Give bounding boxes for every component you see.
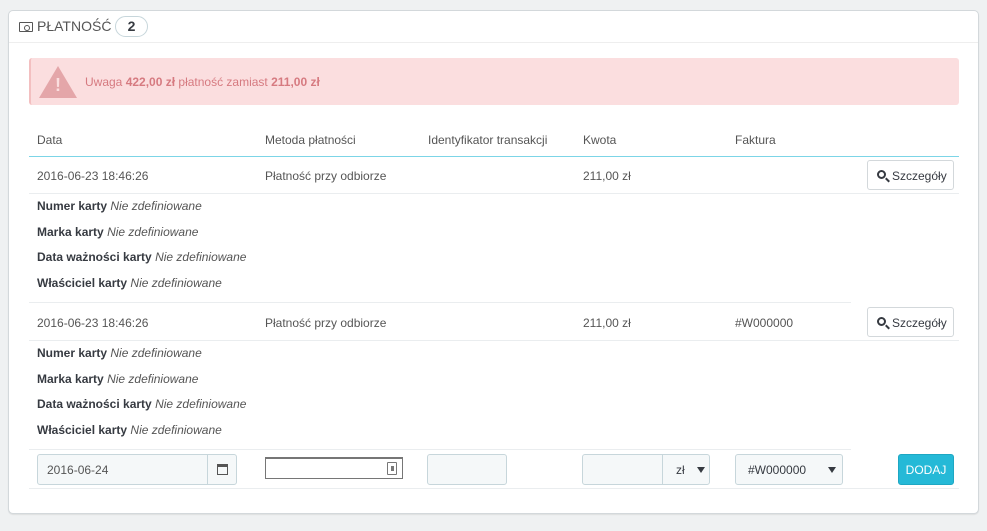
payment-method-input[interactable] — [265, 457, 403, 479]
card-brand-label: Marka karty — [37, 372, 104, 386]
column-header-date: Data — [37, 133, 63, 147]
card-holder-value: Nie zdefiniowane — [130, 276, 222, 290]
row-divider — [29, 302, 851, 303]
column-header-invoice: Faktura — [735, 133, 776, 147]
card-holder-label: Właściciel karty — [37, 276, 128, 290]
details-label: Szczegóły — [892, 169, 947, 183]
column-header-amount: Kwota — [583, 133, 617, 147]
row2-method: Płatność przy odbiorze — [265, 316, 387, 330]
row-divider — [29, 193, 959, 194]
card-holder-label: Właściciel karty — [37, 423, 128, 437]
panel-title: PŁATNOŚĆ — [37, 18, 112, 34]
row1-card-expiry: Data ważności karty Nie zdefiniowane — [37, 250, 246, 264]
card-expiry-value: Nie zdefiniowane — [155, 397, 247, 411]
alert-message: Uwaga 422,00 zł płatność zamiast 211,00 … — [85, 75, 320, 89]
row-divider — [29, 449, 851, 450]
alert-amount-expected: 211,00 zł — [271, 75, 320, 89]
panel-heading: PŁATNOŚĆ 2 — [9, 11, 978, 43]
row1-amount: 211,00 zł — [583, 169, 631, 183]
card-brand-value: Nie zdefiniowane — [107, 225, 199, 239]
calendar-icon — [217, 464, 228, 475]
row2-amount: 211,00 zł — [583, 316, 631, 330]
row2-card-expiry: Data ważności karty Nie zdefiniowane — [37, 397, 246, 411]
column-header-transaction: Identyfikator transakcji — [428, 133, 548, 147]
alert-amount-paid: 422,00 zł — [125, 75, 176, 89]
payment-warning-alert: ! Uwaga 422,00 zł płatność zamiast 211,0… — [29, 58, 959, 105]
chevron-down-icon — [828, 467, 836, 473]
amount-input[interactable] — [582, 454, 663, 485]
row1-card-holder: Właściciel karty Nie zdefiniowane — [37, 276, 222, 290]
search-icon — [877, 317, 886, 326]
invoice-select[interactable]: #W000000 — [735, 454, 843, 485]
row2-card-number: Numer karty Nie zdefiniowane — [37, 346, 202, 360]
header-divider — [29, 156, 959, 157]
row2-details-button[interactable]: Szczegóły — [867, 307, 954, 337]
card-expiry-label: Data ważności karty — [37, 397, 152, 411]
add-payment-button[interactable]: DODAJ — [898, 454, 954, 485]
money-icon — [19, 22, 33, 32]
row1-date: 2016-06-23 18:46:26 — [37, 169, 149, 183]
payment-panel: PŁATNOŚĆ 2 ! Uwaga 422,00 zł płatność za… — [8, 10, 979, 514]
card-number-value: Nie zdefiniowane — [110, 199, 202, 213]
row2-card-brand: Marka karty Nie zdefiniowane — [37, 372, 198, 386]
row2-invoice: #W000000 — [735, 316, 794, 330]
row2-card-holder: Właściciel karty Nie zdefiniowane — [37, 423, 222, 437]
currency-selected: zł — [676, 463, 685, 477]
card-expiry-value: Nie zdefiniowane — [155, 250, 247, 264]
row1-card-number: Numer karty Nie zdefiniowane — [37, 199, 202, 213]
row1-method: Płatność przy odbiorze — [265, 169, 387, 183]
card-brand-value: Nie zdefiniowane — [107, 372, 199, 386]
autofill-icon — [387, 462, 397, 475]
column-header-method: Metoda płatności — [265, 133, 356, 147]
currency-select[interactable]: zł — [662, 454, 710, 485]
row2-date: 2016-06-23 18:46:26 — [37, 316, 149, 330]
date-picker-button[interactable] — [207, 454, 237, 485]
alert-prefix: Uwaga — [85, 75, 126, 89]
row1-details-button[interactable]: Szczegóły — [867, 160, 954, 190]
details-label: Szczegóły — [892, 316, 947, 330]
card-expiry-label: Data ważności karty — [37, 250, 152, 264]
chevron-down-icon — [697, 467, 705, 473]
payment-count-badge: 2 — [115, 16, 148, 37]
row-divider — [29, 340, 959, 341]
card-number-label: Numer karty — [37, 346, 108, 360]
alert-middle: płatność zamiast — [175, 75, 272, 89]
row1-card-brand: Marka karty Nie zdefiniowane — [37, 225, 198, 239]
search-icon — [877, 170, 886, 179]
payment-date-input[interactable] — [37, 454, 208, 485]
card-number-value: Nie zdefiniowane — [110, 346, 202, 360]
card-brand-label: Marka karty — [37, 225, 104, 239]
card-holder-value: Nie zdefiniowane — [130, 423, 222, 437]
transaction-id-input[interactable] — [427, 454, 507, 485]
invoice-selected: #W000000 — [748, 463, 807, 477]
row-divider — [29, 488, 959, 489]
card-number-label: Numer karty — [37, 199, 108, 213]
